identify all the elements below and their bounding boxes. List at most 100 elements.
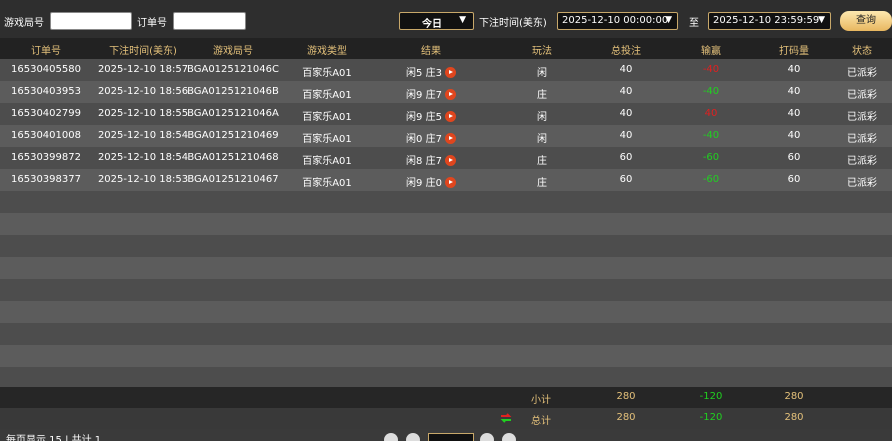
- cell-result: 闲8 庄7: [380, 152, 482, 167]
- cell-play-text: 庄: [537, 90, 547, 101]
- cell-result-text: 闲8 庄7: [406, 156, 442, 167]
- cell-play-text: 闲: [537, 134, 547, 145]
- cell-order: 16530405580: [8, 64, 84, 75]
- end-time-select[interactable]: 2025-12-10 23:59:59 ▼: [708, 12, 831, 30]
- cell-bet: 40: [600, 108, 652, 119]
- cell-code: 40: [768, 130, 820, 141]
- order-input[interactable]: [173, 12, 246, 30]
- table-row: [0, 191, 892, 213]
- cell-play: 庄: [522, 86, 562, 101]
- total-bet-header: 总投注: [611, 46, 641, 57]
- play-circle-icon[interactable]: [444, 111, 456, 122]
- chevron-down-icon: ▼: [665, 15, 672, 25]
- bet-time-label: 下注时间(美东): [479, 18, 547, 29]
- cell-play: 闲: [522, 64, 562, 79]
- bet-time-header: 下注时间(美东): [109, 46, 177, 57]
- chevron-down-icon: ▼: [818, 15, 825, 25]
- table-row: [0, 235, 892, 257]
- cell-status: 已派彩: [835, 64, 889, 79]
- play-circle-icon[interactable]: [444, 155, 456, 166]
- cell-time-text: 2025-12-10 18:57: [97, 64, 189, 75]
- turnover-header: 打码量: [779, 46, 809, 57]
- last-page-icon[interactable]: [502, 433, 516, 441]
- cell-time: 2025-12-10 18:57: [90, 64, 196, 75]
- page-input[interactable]: [428, 433, 474, 441]
- cell-order-text: 16530399872: [11, 152, 81, 163]
- cell-code-text: 60: [787, 174, 801, 185]
- search-button[interactable]: 查询: [840, 11, 892, 31]
- cell-play-text: 庄: [537, 156, 547, 167]
- play-circle-icon[interactable]: [444, 67, 456, 78]
- cell-status-text: 已派彩: [847, 156, 877, 167]
- cell-status: 已派彩: [835, 108, 889, 123]
- cell-round: BGA01251210467: [184, 174, 282, 185]
- cell-result-text: 闲9 庄0: [406, 178, 442, 189]
- cell-status: 已派彩: [835, 86, 889, 101]
- next-page-icon[interactable]: [480, 433, 494, 441]
- cell-game-text: 百家乐A01: [302, 112, 352, 123]
- cell-order-text: 16530402799: [11, 108, 81, 119]
- refresh-arrows-icon[interactable]: [499, 411, 513, 425]
- cell-game: 百家乐A01: [296, 152, 358, 167]
- cell-game: 百家乐A01: [296, 64, 358, 79]
- cell-winloss: -60: [685, 174, 737, 185]
- order-number-header: 订单号: [31, 46, 61, 57]
- cell-code-text: 40: [787, 86, 801, 97]
- cell-result-text: 闲0 庄7: [406, 134, 442, 145]
- subtotal-bet: 280: [616, 391, 636, 402]
- cell-order: 16530398377: [8, 174, 84, 185]
- prev-page-icon[interactable]: [406, 433, 420, 441]
- cell-order-text: 16530401008: [11, 130, 81, 141]
- cell-winloss: 40: [685, 108, 737, 119]
- game-round-label: 游戏局号: [4, 18, 44, 29]
- table-row: [0, 213, 892, 235]
- to-label: 至: [689, 18, 699, 29]
- cell-time-text: 2025-12-10 18:53: [97, 174, 189, 185]
- total-row: 总计 280 -120 280: [0, 408, 892, 429]
- cell-time-text: 2025-12-10 18:54: [97, 152, 189, 163]
- total-label: 总计: [531, 416, 551, 427]
- cell-game: 百家乐A01: [296, 174, 358, 189]
- cell-status: 已派彩: [835, 152, 889, 167]
- game-round-input[interactable]: [50, 12, 132, 30]
- cell-round: BGA01251210469: [184, 130, 282, 141]
- play-circle-icon[interactable]: [444, 177, 456, 188]
- cell-round-text: BGA0125121046C: [187, 64, 279, 75]
- cell-bet: 40: [600, 64, 652, 75]
- cell-bet-text: 40: [619, 64, 633, 75]
- cell-round: BGA0125121046A: [184, 108, 282, 119]
- table-row: [0, 345, 892, 367]
- cell-winloss: -40: [685, 86, 737, 97]
- play-circle-icon[interactable]: [444, 133, 456, 144]
- cell-winloss-text: -40: [702, 86, 720, 97]
- start-time-select[interactable]: 2025-12-10 00:00:00 ▼: [557, 12, 678, 30]
- cell-bet-text: 40: [619, 108, 633, 119]
- cell-time: 2025-12-10 18:54: [90, 152, 196, 163]
- first-page-icon[interactable]: [384, 433, 398, 441]
- cell-round-text: BGA01251210469: [187, 130, 279, 141]
- date-range-dropdown[interactable]: 今日 ▼: [399, 12, 474, 30]
- table-row: 16530399872 2025-12-10 18:54 BGA0125121046…: [0, 147, 892, 169]
- end-time-value: 2025-12-10 23:59:59: [713, 15, 820, 26]
- cell-play: 闲: [522, 108, 562, 123]
- filter-toolbar: 游戏局号 订单号 今日 ▼ 下注时间(美东) 2025-12-10 00:00:…: [0, 0, 892, 38]
- cell-status-text: 已派彩: [847, 178, 877, 189]
- cell-code-text: 40: [787, 130, 801, 141]
- cell-winloss-text: 40: [704, 108, 718, 119]
- cell-order: 16530402799: [8, 108, 84, 119]
- cell-game-text: 百家乐A01: [302, 90, 352, 101]
- cell-status: 已派彩: [835, 174, 889, 189]
- cell-result: 闲0 庄7: [380, 130, 482, 145]
- cell-result: 闲9 庄0: [380, 174, 482, 189]
- cell-winloss-text: -40: [702, 64, 720, 75]
- cell-result: 闲9 庄5: [380, 108, 482, 123]
- play-circle-icon[interactable]: [444, 89, 456, 100]
- cell-play-text: 庄: [537, 178, 547, 189]
- win-loss-header: 输赢: [701, 46, 721, 57]
- cell-winloss: -60: [685, 152, 737, 163]
- cell-time: 2025-12-10 18:56: [90, 86, 196, 97]
- table-header: 订单号 下注时间(美东) 游戏局号 游戏类型 结果 玩法 总投注 输赢 打码量 状态: [0, 38, 892, 59]
- subtotal-winloss: -120: [699, 391, 723, 402]
- total-bet: 280: [616, 412, 636, 423]
- table-row: [0, 367, 892, 389]
